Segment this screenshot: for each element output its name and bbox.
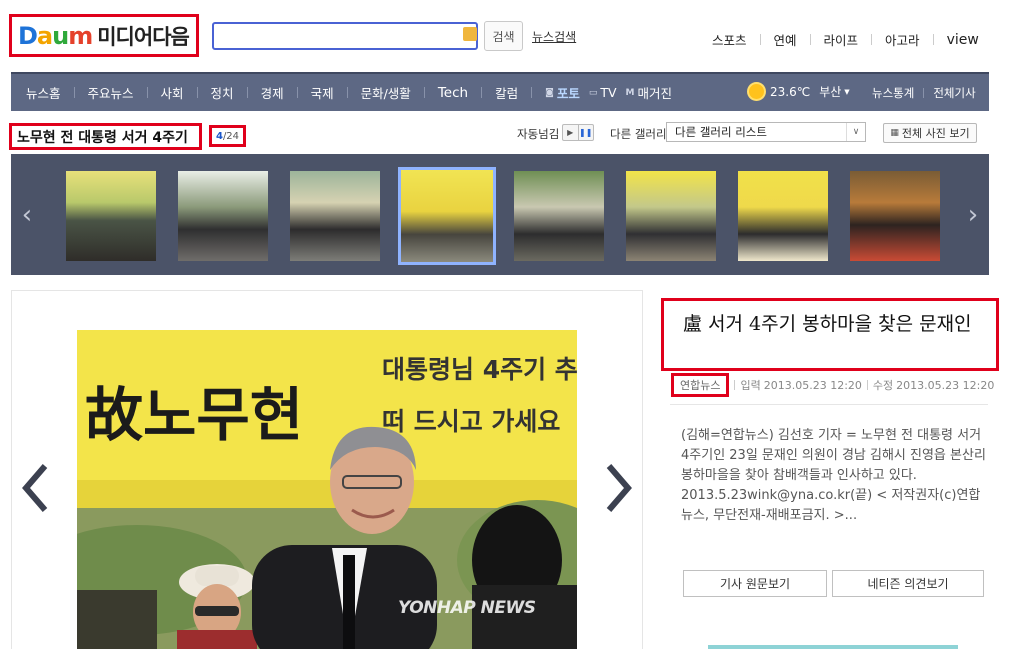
netizen-comments-button[interactable]: 네티즌 의견보기 xyxy=(832,570,984,597)
chevron-down-icon: ∨ xyxy=(846,123,865,141)
nav-culture[interactable]: 문화/생활 xyxy=(361,83,411,102)
all-photos-button[interactable]: ▦ 전체 사진 보기 xyxy=(883,123,977,143)
photo-prev-icon[interactable] xyxy=(20,462,50,514)
yonhap-watermark: YONHAP NEWS xyxy=(398,598,536,618)
autoplay-label: 자동넘김 xyxy=(517,127,560,141)
news-search-link[interactable]: 뉴스검색 xyxy=(532,28,576,45)
article-title: 盧 서거 4주기 봉하마을 찾은 문재인 xyxy=(661,298,999,371)
nav-economy[interactable]: 경제 xyxy=(261,83,284,102)
weather-city: 부산 xyxy=(819,85,842,99)
nav-politics[interactable]: 정치 xyxy=(211,83,234,102)
thumbnail-6[interactable] xyxy=(626,171,716,261)
search-input[interactable] xyxy=(212,22,478,50)
top-link-entertainment[interactable]: 연예 xyxy=(774,30,797,49)
daum-media-logo[interactable]: Daum 미디어다음 xyxy=(9,14,199,57)
nav-column[interactable]: 칼럼 xyxy=(495,83,518,102)
top-link-agora[interactable]: 아고라 xyxy=(885,30,920,49)
nav-photo[interactable]: ◙ 포토 xyxy=(545,83,580,102)
article-body: (김해=연합뉴스) 김선호 기자 = 노무현 전 대통령 서거 4주기인 23일… xyxy=(681,428,986,523)
autoplay-toggle[interactable]: ▶ ❚❚ xyxy=(562,124,594,141)
nav-world[interactable]: 국제 xyxy=(311,83,334,102)
gallery-select[interactable]: 다른 갤러리 리스트 ∨ xyxy=(666,122,866,142)
top-links: 스포츠 연예 라이프 아고라 view xyxy=(712,30,979,49)
thumbnail-4-selected[interactable] xyxy=(398,167,496,265)
camera-icon: ◙ xyxy=(545,87,554,98)
banner-big: 故노무현 xyxy=(85,381,303,449)
gallery-counter: 4/24 xyxy=(209,125,246,147)
strip-prev-icon[interactable]: ‹ xyxy=(11,154,43,275)
nav-society[interactable]: 사회 xyxy=(161,83,184,102)
input-time: 2013.05.23 12:20 xyxy=(763,378,862,392)
nav-news-stats[interactable]: 뉴스통계 xyxy=(872,85,914,101)
daum-logo-text: Daum xyxy=(18,21,93,50)
gallery-title: 노무현 전 대통령 서거 4주기 xyxy=(9,123,202,150)
nav-magazine[interactable]: M 매거진 xyxy=(626,83,672,102)
thumbnail-5[interactable] xyxy=(514,171,604,261)
strip-next-icon[interactable]: › xyxy=(957,154,989,275)
play-icon[interactable]: ▶ xyxy=(563,125,578,140)
nav-tech[interactable]: Tech xyxy=(438,85,468,101)
weather-temp: 23.6℃ xyxy=(770,84,811,99)
thumbnail-8[interactable] xyxy=(850,171,940,261)
weather-widget[interactable]: 23.6℃ 부산 ▼ xyxy=(749,83,850,100)
logo-subtitle: 미디어다음 xyxy=(97,24,190,49)
thumbnail-7[interactable] xyxy=(738,171,828,261)
magazine-icon: M xyxy=(625,87,635,98)
chevron-down-icon: ▼ xyxy=(844,87,850,96)
thumbnail-2[interactable] xyxy=(178,171,268,261)
top-link-view[interactable]: view xyxy=(947,32,979,48)
top-link-sports[interactable]: 스포츠 xyxy=(712,30,747,49)
nav-news-home[interactable]: 뉴스홈 xyxy=(26,83,61,102)
grid-icon: ▦ xyxy=(890,128,899,138)
article-source[interactable]: 연합뉴스 xyxy=(671,373,730,397)
thumbnail-strip xyxy=(11,154,989,275)
thumbnail-3[interactable] xyxy=(290,171,380,261)
nav-all-articles[interactable]: 전체기사 xyxy=(933,85,975,101)
modified-label: 수정 xyxy=(872,379,894,392)
banner-line2: 떠 드시고 가세요 xyxy=(382,407,560,436)
divider xyxy=(670,404,988,405)
search-button[interactable]: 검색 xyxy=(484,21,523,51)
modified-time: 2013.05.23 12:20 xyxy=(896,378,995,392)
other-gallery-label: 다른 갤러리 xyxy=(610,127,667,141)
banner-line1: 대통령님 4주기 추 xyxy=(382,355,577,384)
bottom-accent-bar xyxy=(708,645,958,649)
photo-next-icon[interactable] xyxy=(604,462,634,514)
tv-icon: ▭ xyxy=(588,87,598,98)
nav-tv[interactable]: ▭ TV xyxy=(589,85,617,100)
input-label: 입력 xyxy=(740,379,761,392)
original-article-button[interactable]: 기사 원문보기 xyxy=(683,570,827,597)
top-link-life[interactable]: 라이프 xyxy=(824,30,859,49)
keyboard-icon[interactable] xyxy=(463,27,477,41)
gallery-current: 4 xyxy=(215,130,223,142)
pause-icon[interactable]: ❚❚ xyxy=(577,125,594,140)
nav-right-links: 뉴스통계 전체기사 xyxy=(872,85,976,101)
gallery-total: /24 xyxy=(222,130,240,142)
thumbnail-1[interactable] xyxy=(66,171,156,261)
nav-top-news[interactable]: 주요뉴스 xyxy=(88,83,134,102)
article-meta: 연합뉴스 입력 2013.05.23 12:20 수정 2013.05.23 1… xyxy=(671,373,994,397)
sun-icon xyxy=(749,84,764,99)
gallery-select-value: 다른 갤러리 리스트 xyxy=(675,125,767,139)
